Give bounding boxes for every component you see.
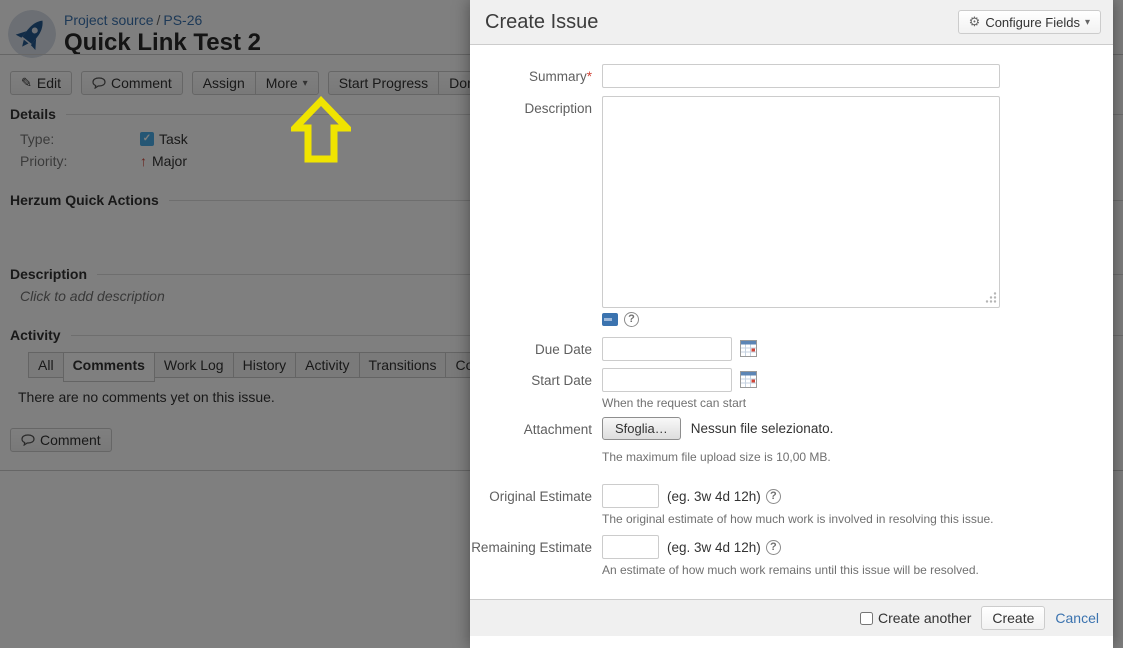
dialog-title: Create Issue: [485, 11, 598, 34]
remaining-estimate-input[interactable]: [602, 535, 659, 559]
create-another-option: Create another: [860, 610, 971, 626]
due-date-field-row: Due Date: [470, 337, 1113, 361]
create-issue-dialog: Create Issue ⚙ Configure Fields ▾ Summar…: [470, 0, 1113, 648]
original-estimate-input[interactable]: [602, 484, 659, 508]
no-file-selected-text: Nessun file selezionato.: [691, 417, 834, 436]
original-estimate-field-row: Original Estimate (eg. 3w 4d 12h) ?: [470, 484, 1113, 508]
description-textarea[interactable]: [602, 96, 1000, 308]
description-field-row: Description: [470, 96, 1113, 311]
help-icon[interactable]: ?: [624, 312, 639, 327]
attachment-label: Attachment: [470, 417, 592, 437]
due-date-label: Due Date: [470, 337, 592, 357]
attachment-help-text: The maximum file upload size is 10,00 MB…: [602, 450, 831, 464]
remaining-estimate-example: (eg. 3w 4d 12h): [667, 535, 761, 555]
create-another-checkbox[interactable]: [860, 612, 873, 625]
remaining-estimate-label: Remaining Estimate: [470, 535, 592, 555]
create-another-label: Create another: [878, 610, 971, 626]
help-icon[interactable]: ?: [766, 540, 781, 555]
description-renderer-row: ?: [602, 312, 639, 327]
screen: Project source/PS-26 Quick Link Test 2 ✎…: [0, 0, 1123, 648]
help-icon[interactable]: ?: [766, 489, 781, 504]
browse-file-button[interactable]: Sfoglia…: [602, 417, 681, 440]
original-estimate-help-text: The original estimate of how much work i…: [602, 512, 994, 526]
description-label: Description: [470, 96, 592, 116]
required-asterisk: *: [587, 69, 592, 84]
start-date-field-row: Start Date: [470, 368, 1113, 392]
wiki-renderer-icon[interactable]: [602, 313, 618, 326]
configure-fields-button[interactable]: ⚙ Configure Fields ▾: [958, 10, 1101, 34]
dialog-body: Summary* Description ?: [470, 45, 1113, 599]
original-estimate-label: Original Estimate: [470, 484, 592, 504]
start-date-help-text: When the request can start: [602, 396, 746, 410]
original-estimate-example: (eg. 3w 4d 12h): [667, 484, 761, 504]
calendar-picker-icon[interactable]: [740, 371, 757, 388]
remaining-estimate-field-row: Remaining Estimate (eg. 3w 4d 12h) ?: [470, 535, 1113, 559]
cancel-link[interactable]: Cancel: [1055, 610, 1099, 626]
due-date-input[interactable]: [602, 337, 732, 361]
annotation-arrow-up-icon: [291, 96, 351, 164]
dialog-header: Create Issue ⚙ Configure Fields ▾: [470, 0, 1113, 45]
remaining-estimate-help-text: An estimate of how much work remains unt…: [602, 563, 979, 577]
start-date-input[interactable]: [602, 368, 732, 392]
resize-grip-icon[interactable]: [984, 290, 997, 306]
summary-field-row: Summary*: [470, 64, 1113, 88]
attachment-field-row: Attachment Sfoglia… Nessun file selezion…: [470, 417, 1113, 440]
create-button[interactable]: Create: [981, 606, 1045, 630]
start-date-label: Start Date: [470, 368, 592, 388]
summary-label: Summary*: [470, 64, 592, 84]
chevron-down-icon: ▾: [1085, 17, 1090, 28]
calendar-picker-icon[interactable]: [740, 340, 757, 357]
dialog-footer: Create another Create Cancel: [470, 599, 1113, 636]
gear-icon: ⚙: [969, 14, 981, 30]
summary-input[interactable]: [602, 64, 1000, 88]
